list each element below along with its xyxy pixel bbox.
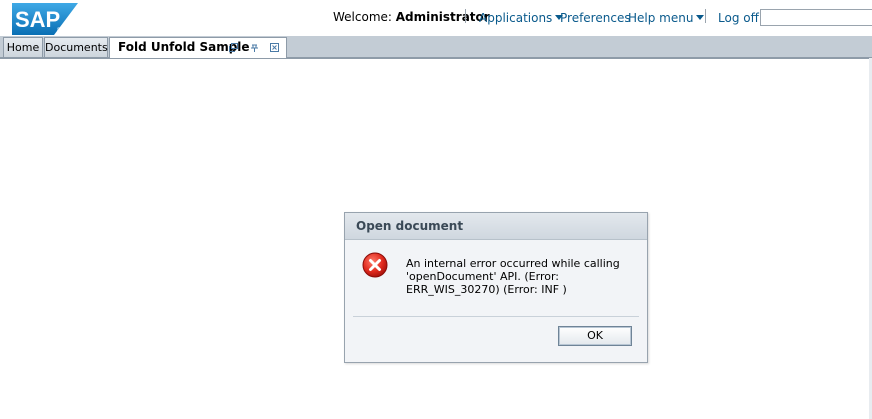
tab-label: Home	[6, 41, 40, 54]
tab-fold-unfold-sample[interactable]: Fold Unfold Sample	[109, 37, 287, 59]
welcome-prefix: Welcome:	[333, 10, 392, 24]
error-icon	[362, 252, 388, 278]
help-menu[interactable]: Help menu	[628, 11, 705, 25]
applications-menu[interactable]: Applications	[479, 11, 564, 25]
svg-text:®: ®	[57, 27, 62, 34]
chevron-down-icon	[696, 15, 705, 20]
ok-button[interactable]: OK	[558, 326, 632, 346]
help-menu-label: Help menu	[628, 11, 694, 25]
divider	[705, 9, 706, 23]
dialog-divider	[353, 316, 639, 317]
log-off-link[interactable]: Log off	[718, 11, 759, 25]
open-document-dialog: Open document An internal error occurred…	[344, 212, 648, 363]
dialog-title: Open document	[345, 213, 647, 240]
pin-icon[interactable]	[250, 43, 259, 52]
tab-documents[interactable]: Documents	[44, 37, 108, 57]
close-icon[interactable]	[270, 43, 279, 52]
top-header: SAP ® Welcome: Administrator Application…	[0, 0, 872, 36]
divider	[465, 9, 466, 23]
logo-text: SAP	[15, 7, 60, 32]
tab-home[interactable]: Home	[3, 37, 43, 57]
user-name: Administrator	[395, 10, 490, 24]
sap-logo: SAP ®	[12, 3, 78, 35]
tab-bar: Home Documents Fold Unfold Sample	[0, 36, 872, 59]
applications-label: Applications	[479, 11, 553, 25]
preferences-link[interactable]: Preferences	[560, 11, 631, 25]
pop-out-icon[interactable]	[229, 43, 238, 52]
welcome-text: Welcome: Administrator	[333, 10, 490, 24]
tab-label: Documents	[45, 41, 108, 54]
dialog-message: An internal error occurred while calling…	[406, 257, 620, 296]
search-input[interactable]	[760, 9, 872, 26]
